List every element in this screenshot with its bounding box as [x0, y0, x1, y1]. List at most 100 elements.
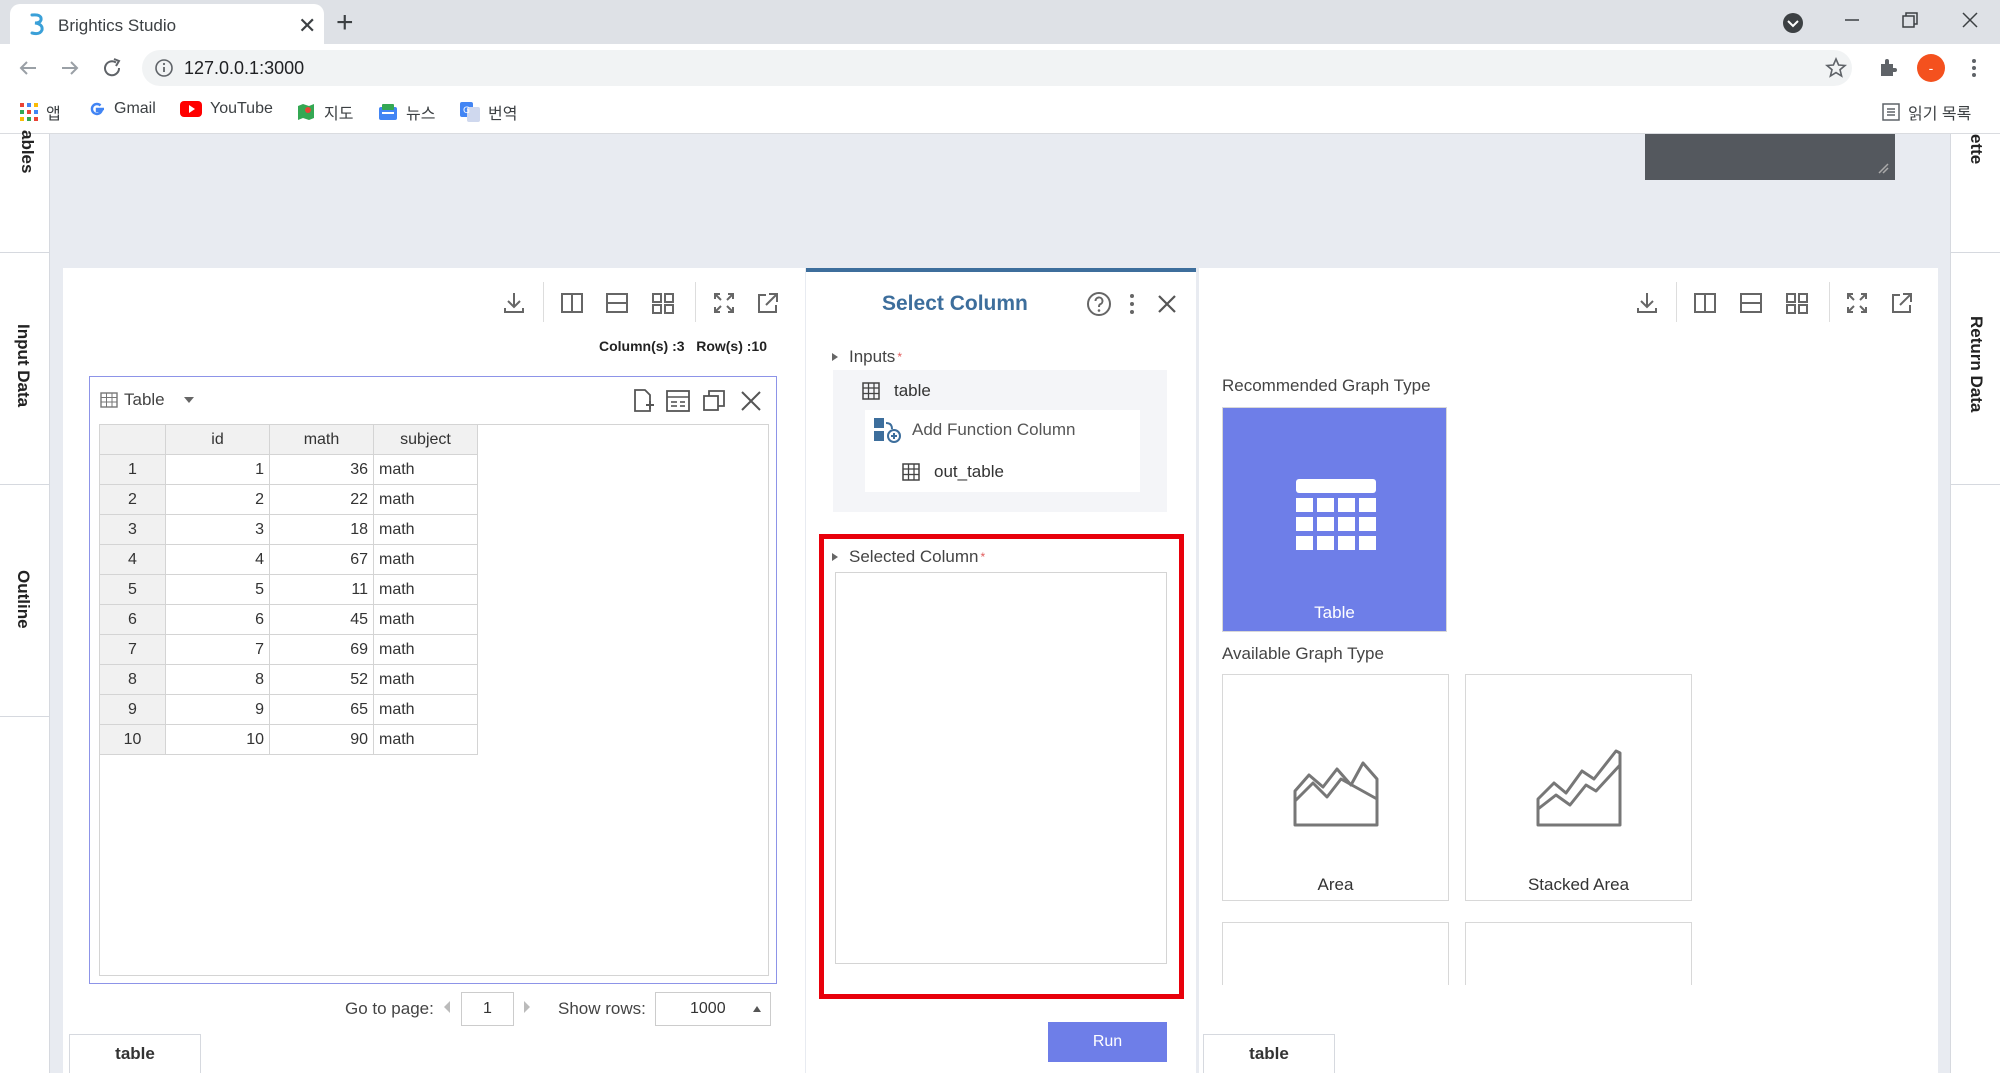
- rail-tab-return-data[interactable]: Return Data: [1966, 316, 1986, 412]
- window-close-icon[interactable]: [1958, 8, 1982, 32]
- bookmark-news[interactable]: 뉴스: [378, 100, 435, 124]
- bookmark-gmail[interactable]: Gmail: [88, 100, 156, 118]
- tab-close-icon[interactable]: ✕: [298, 13, 316, 39]
- add-document-icon[interactable]: [630, 388, 658, 416]
- copy-icon[interactable]: [701, 388, 729, 416]
- rail-divider: [1951, 484, 2000, 485]
- out-table-item[interactable]: out_table: [902, 462, 1004, 482]
- resize-handle-icon[interactable]: [1877, 162, 1889, 174]
- translate-icon: G: [460, 102, 480, 122]
- selected-column-label: Selected Column: [849, 547, 979, 566]
- cell-subject: math: [373, 724, 478, 755]
- bottom-tab-table-right[interactable]: table: [1203, 1034, 1335, 1073]
- more-options-icon[interactable]: [1122, 292, 1142, 316]
- reload-icon[interactable]: [100, 56, 124, 80]
- bookmark-apps[interactable]: 앱: [20, 100, 61, 124]
- back-icon[interactable]: [16, 56, 40, 80]
- selected-column-toggle[interactable]: Selected Column *: [831, 547, 985, 567]
- column-header-math[interactable]: math: [269, 424, 374, 455]
- browser-tab[interactable]: Brightics Studio ✕: [10, 4, 324, 44]
- browser-menu-icon[interactable]: [1962, 56, 1986, 80]
- column-header-id[interactable]: id: [165, 424, 270, 455]
- minimap-panel[interactable]: [1645, 134, 1895, 180]
- split-vertical-icon[interactable]: [1691, 289, 1719, 317]
- inputs-label: Inputs: [849, 347, 896, 366]
- split-vertical-icon[interactable]: [558, 289, 586, 317]
- row-number: 10: [99, 724, 166, 755]
- cell-subject: math: [373, 514, 478, 545]
- cell-math: 67: [269, 544, 374, 575]
- popout-icon[interactable]: [754, 289, 782, 317]
- grid-layout-icon[interactable]: [649, 289, 677, 317]
- rail-tab-palette[interactable]: ette: [1966, 134, 1986, 164]
- graph-card-stacked-area[interactable]: Stacked Area: [1465, 674, 1692, 901]
- next-page-icon[interactable]: [522, 1000, 532, 1014]
- cell-math: 11: [269, 574, 374, 605]
- graph-card-table[interactable]: Table: [1222, 407, 1447, 632]
- download-icon[interactable]: [500, 289, 528, 317]
- toolbar-divider: [1829, 282, 1830, 322]
- cell-subject: math: [373, 634, 478, 665]
- graph-card-partial[interactable]: [1465, 922, 1692, 985]
- prev-page-icon[interactable]: [442, 1000, 452, 1014]
- toolbar-divider: [1676, 282, 1677, 322]
- rows-per-page-value: 1000: [690, 1000, 726, 1017]
- bookmark-maps[interactable]: 지도: [296, 100, 353, 124]
- selected-column-area[interactable]: [835, 572, 1167, 964]
- cell-math: 45: [269, 604, 374, 635]
- help-icon[interactable]: [1086, 291, 1112, 317]
- bookmark-translate[interactable]: G 번역: [460, 100, 517, 124]
- row-number: 6: [99, 604, 166, 635]
- table-type-dropdown[interactable]: Table: [100, 390, 195, 410]
- extensions-icon[interactable]: [1876, 56, 1900, 80]
- page-input[interactable]: 1: [461, 992, 514, 1026]
- table-grid-icon: [100, 392, 118, 408]
- data-table: id math subject 1 1 36 math 2 2 22 math 3 3 18 ma…: [99, 424, 478, 755]
- table-summary: Column(s) :3 Row(s) :10: [599, 338, 768, 354]
- close-widget-icon[interactable]: [738, 388, 766, 416]
- column-header-subject[interactable]: subject: [373, 424, 478, 455]
- row-number: 3: [99, 514, 166, 545]
- input-table-item[interactable]: table: [862, 381, 931, 401]
- popout-icon[interactable]: [1888, 289, 1916, 317]
- toolbar-divider: [543, 282, 544, 322]
- forward-icon[interactable]: [58, 56, 82, 80]
- rail-tab-variables[interactable]: ables: [17, 130, 37, 173]
- address-bar[interactable]: [142, 50, 1852, 86]
- grid-layout-icon[interactable]: [1783, 289, 1811, 317]
- split-horizontal-icon[interactable]: [1737, 289, 1765, 317]
- column-settings-icon[interactable]: [665, 388, 693, 416]
- row-number: 5: [99, 574, 166, 605]
- add-function-column-button[interactable]: Add Function Column: [872, 416, 1075, 444]
- download-icon[interactable]: [1633, 289, 1661, 317]
- bookmark-star-icon[interactable]: [1824, 56, 1848, 80]
- tab-search-icon[interactable]: [1782, 12, 1804, 34]
- maximize-icon[interactable]: [710, 289, 738, 317]
- restore-icon[interactable]: [1898, 8, 1922, 32]
- add-function-label: Add Function Column: [912, 420, 1076, 439]
- out-table-label: out_table: [934, 462, 1004, 481]
- rail-tab-outline[interactable]: Outline: [13, 570, 33, 629]
- profile-avatar[interactable]: -: [1917, 54, 1945, 82]
- table-grid-icon: [862, 382, 880, 400]
- graph-card-label: Stacked Area: [1527, 875, 1630, 894]
- bottom-tab-table-left[interactable]: table: [69, 1034, 201, 1073]
- site-info-icon[interactable]: [154, 58, 174, 78]
- graph-card-area[interactable]: Area: [1222, 674, 1449, 901]
- minimize-icon[interactable]: [1840, 8, 1864, 32]
- reading-list[interactable]: 읽기 목록: [1882, 100, 1971, 124]
- inputs-section-toggle[interactable]: Inputs *: [831, 347, 902, 367]
- cell-math: 22: [269, 484, 374, 515]
- rail-tab-input-data[interactable]: Input Data: [13, 324, 33, 407]
- maximize-icon[interactable]: [1843, 289, 1871, 317]
- run-button[interactable]: Run: [1048, 1022, 1167, 1062]
- row-number-header: [99, 424, 166, 455]
- split-horizontal-icon[interactable]: [603, 289, 631, 317]
- close-panel-icon[interactable]: [1154, 291, 1180, 317]
- new-tab-button[interactable]: +: [336, 6, 354, 40]
- tab-title: Brightics Studio: [58, 16, 177, 35]
- graph-card-partial[interactable]: [1222, 922, 1449, 985]
- bookmark-label: Gmail: [114, 100, 156, 117]
- bookmark-youtube[interactable]: YouTube: [180, 100, 273, 118]
- rows-per-page-select[interactable]: 1000: [655, 992, 771, 1026]
